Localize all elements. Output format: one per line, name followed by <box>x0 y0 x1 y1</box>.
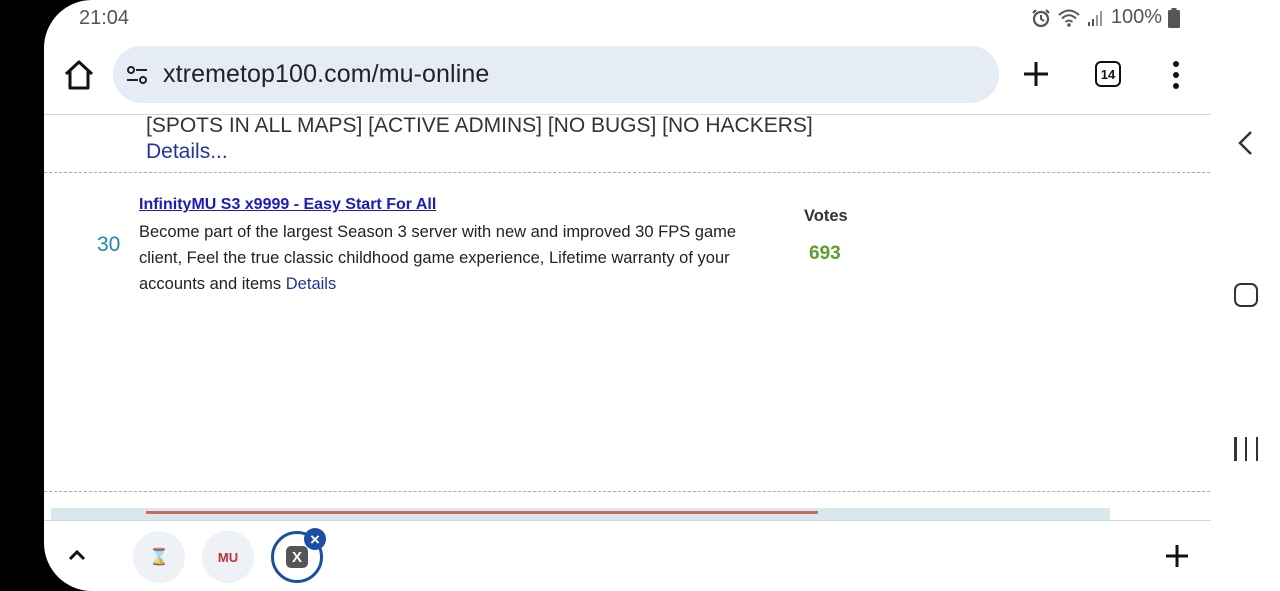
tab-switcher-button[interactable]: 14 <box>1095 61 1121 87</box>
battery-icon <box>1168 7 1180 28</box>
battery-percent: 100% <box>1110 6 1162 28</box>
wifi-icon <box>1058 9 1080 27</box>
votes-label: Votes <box>804 207 848 225</box>
alarm-icon <box>1032 8 1050 27</box>
entry-details-link[interactable]: Details <box>286 275 336 293</box>
status-time: 21:04 <box>79 7 130 29</box>
address-bar[interactable]: xtremetop100.com/mu-online <box>113 46 999 103</box>
previous-entry-description: [SPOTS IN ALL MAPS] [ACTIVE ADMINS] [NO … <box>146 115 813 137</box>
status-icons: 100% <box>1031 6 1180 29</box>
hourglass-icon: ⌛ <box>149 549 169 566</box>
banner-strip <box>146 511 818 514</box>
signal-icon <box>1087 10 1102 26</box>
add-tab-icon[interactable] <box>1165 544 1189 568</box>
back-nav-icon[interactable] <box>1234 130 1258 156</box>
x-logo-icon: X <box>286 546 308 568</box>
recent-apps-icon[interactable] <box>1234 437 1258 461</box>
browser-window: 21:04 100% xtremetop100.com/mu-online 14… <box>44 0 1280 591</box>
entry-description: Become part of the largest Season 3 serv… <box>139 219 779 297</box>
home-nav-icon[interactable] <box>1234 283 1258 307</box>
bottom-divider <box>44 520 1211 521</box>
entry-rank: 30 <box>97 233 121 256</box>
entry-divider <box>44 172 1210 173</box>
votes-value: 693 <box>809 243 841 264</box>
entry-divider <box>44 491 1210 492</box>
previous-entry-details-link[interactable]: Details... <box>146 140 228 164</box>
mu-logo-icon: MU <box>217 549 239 565</box>
banner-image[interactable] <box>51 508 1110 520</box>
tab-chip-1[interactable]: ⌛ <box>133 531 185 583</box>
new-tab-icon[interactable] <box>1022 60 1050 88</box>
tab-chip-2[interactable]: MU <box>202 531 254 583</box>
page-content: [SPOTS IN ALL MAPS] [ACTIVE ADMINS] [NO … <box>44 115 1211 520</box>
close-tab-icon[interactable]: × <box>304 528 326 550</box>
chevron-up-icon[interactable] <box>66 545 88 565</box>
url-text[interactable]: xtremetop100.com/mu-online <box>163 60 489 89</box>
entry-description-text: Become part of the largest Season 3 serv… <box>139 223 737 293</box>
more-menu-icon[interactable] <box>1166 61 1186 89</box>
site-settings-icon[interactable] <box>125 63 149 87</box>
home-icon[interactable] <box>62 58 96 92</box>
entry-title-link[interactable]: InfinityMU S3 x9999 - Easy Start For All <box>139 196 436 214</box>
